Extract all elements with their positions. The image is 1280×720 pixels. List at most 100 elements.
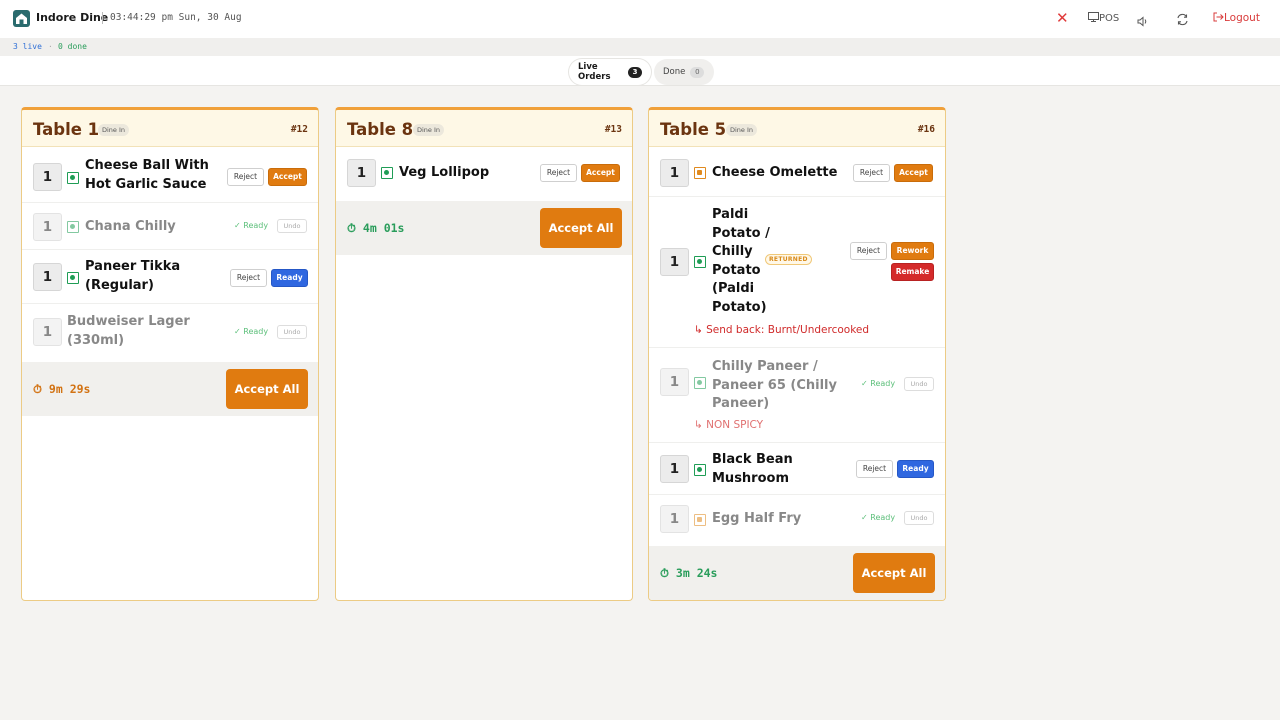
sound-toggle[interactable] [1137,12,1149,31]
accept-button[interactable]: Accept [894,164,933,182]
refresh-icon [1177,13,1188,26]
item-name: Veg Lollipop [399,165,490,180]
logout-icon [1213,12,1224,22]
tabs-bar: Live Orders 3 Done 0 [0,56,1280,86]
item-quantity: 1 [33,263,62,291]
speaker-icon [1137,16,1147,27]
order-card-footer: ⏱ 9m 29s Accept All [22,362,318,416]
order-card-header: Table 8 Dine In #13 [336,110,632,147]
accept-all-button[interactable]: Accept All [226,369,308,409]
reject-button[interactable]: Reject [850,242,887,260]
top-bar: Indore Dine 03:44:29 pm Sun, 30 Aug ✕ PO… [0,0,1280,38]
timer-value: 4m 01s [362,221,405,235]
tab-count-badge: 3 [628,66,642,78]
table-name: Table 5 [660,120,727,139]
tab-live-orders[interactable]: Live Orders 3 [569,59,651,85]
reject-button[interactable]: Reject [230,269,267,287]
reject-button[interactable]: Reject [853,164,890,182]
order-timer: ⏱ 9m 29s [33,382,90,397]
veg-icon [694,377,706,389]
pos-label: POS [1099,13,1120,24]
status-separator: · [48,42,53,51]
veg-icon [694,464,706,476]
tab-done[interactable]: Done 0 [654,59,714,85]
undo-button[interactable]: Undo [277,219,307,233]
order-card: Table 1 Dine In #12 1 Cheese Ball With H… [21,107,319,601]
brand-name: Indore Dine [36,11,109,24]
logout-label: Logout [1224,12,1260,24]
timer-icon: ⏱ [660,566,669,580]
tab-label: Live Orders [578,62,611,82]
item-name: Cheese Ball With Hot Garlic Sauce [85,158,209,192]
veg-icon [67,172,79,184]
timer-value: 3m 24s [675,566,718,580]
item-quantity: 1 [33,318,62,346]
accept-all-button[interactable]: Accept All [540,208,622,248]
undo-button[interactable]: Undo [277,325,307,339]
ready-button[interactable]: Ready [271,269,308,287]
ready-status: ✓ Ready [234,221,269,230]
order-item-row: 1 Chilly Paneer / Paneer 65 (Chilly Pane… [649,348,945,443]
item-name: Budweiser Lager (330ml) [67,314,190,348]
order-card: Table 5 Dine In #16 1 Cheese Omelette Re… [648,107,946,601]
item-note: ↳ NON SPICY [694,419,764,431]
rework-button[interactable]: Rework [891,242,934,260]
order-timer: ⏱ 4m 01s [347,221,404,236]
ready-button[interactable]: Ready [897,460,934,478]
logout-button[interactable]: Logout [1213,12,1260,24]
order-item-row: 1 Paldi Potato / Chilly Potato (Paldi Po… [649,197,945,348]
order-item-row: 1 Cheese Omelette Reject Accept [649,148,945,197]
pos-button[interactable]: POS [1088,12,1119,24]
remake-button[interactable]: Remake [891,263,934,281]
order-item-row: 1 Black Bean Mushroom Reject Ready [649,443,945,495]
order-item-row: 1 Paneer Tikka (Regular) Reject Ready [22,250,318,304]
item-name: Paldi Potato / Chilly Potato (Paldi Pota… [712,207,770,315]
item-name: Paneer Tikka (Regular) [85,259,181,293]
item-name: Chilly Paneer / Paneer 65 (Chilly Paneer… [712,359,837,411]
reject-button[interactable]: Reject [856,460,893,478]
timer-icon: ⏱ [33,382,42,396]
item-name: Chana Chilly [85,219,176,234]
timer-icon: ⏱ [347,221,356,235]
refresh-button[interactable] [1176,11,1189,30]
dine-in-badge: Dine In [413,124,445,136]
item-name: Egg Half Fry [712,511,802,526]
order-item-row: 1 Cheese Ball With Hot Garlic Sauce Reje… [22,148,318,203]
reject-button[interactable]: Reject [227,168,264,186]
item-quantity: 1 [660,505,689,533]
live-count: 3 live [13,42,42,51]
veg-icon [67,221,79,233]
order-card-footer: ⏱ 3m 24s Accept All [649,546,945,600]
order-number: #13 [604,124,622,135]
tab-label: Done [663,67,686,77]
ready-status: ✓ Ready [861,513,896,522]
tab-count-badge: 0 [690,66,705,78]
accept-button[interactable]: Accept [268,168,307,186]
order-card-footer: ⏱ 4m 01s Accept All [336,201,632,255]
reject-button[interactable]: Reject [540,164,577,182]
veg-icon [381,167,393,179]
item-name: Black Bean Mushroom [712,452,793,486]
returned-badge: RETURNED [765,254,812,265]
accept-button[interactable]: Accept [581,164,620,182]
table-name: Table 8 [347,120,414,139]
restaurant-logo-icon [13,10,30,27]
dine-in-badge: Dine In [98,124,130,136]
item-quantity: 1 [660,248,689,276]
non-veg-icon [694,167,706,179]
table-name: Table 1 [33,120,100,139]
undo-button[interactable]: Undo [904,511,934,525]
monitor-icon [1088,12,1099,22]
order-card: Table 8 Dine In #13 1 Veg Lollipop Rejec… [335,107,633,601]
ready-status: ✓ Ready [234,327,269,336]
status-bar: 3 live · 0 done [0,38,1280,56]
order-item-row: 1 Budweiser Lager (330ml) ✓ Ready Undo [22,304,318,362]
item-quantity: 1 [347,159,376,187]
accept-all-button[interactable]: Accept All [853,553,935,593]
item-name: Cheese Omelette [712,165,838,180]
order-item-row: 1 Chana Chilly ✓ Ready Undo [22,203,318,250]
non-veg-icon [694,514,706,526]
undo-button[interactable]: Undo [904,377,934,391]
order-card-header: Table 1 Dine In #12 [22,110,318,147]
close-icon[interactable]: ✕ [1056,11,1069,26]
